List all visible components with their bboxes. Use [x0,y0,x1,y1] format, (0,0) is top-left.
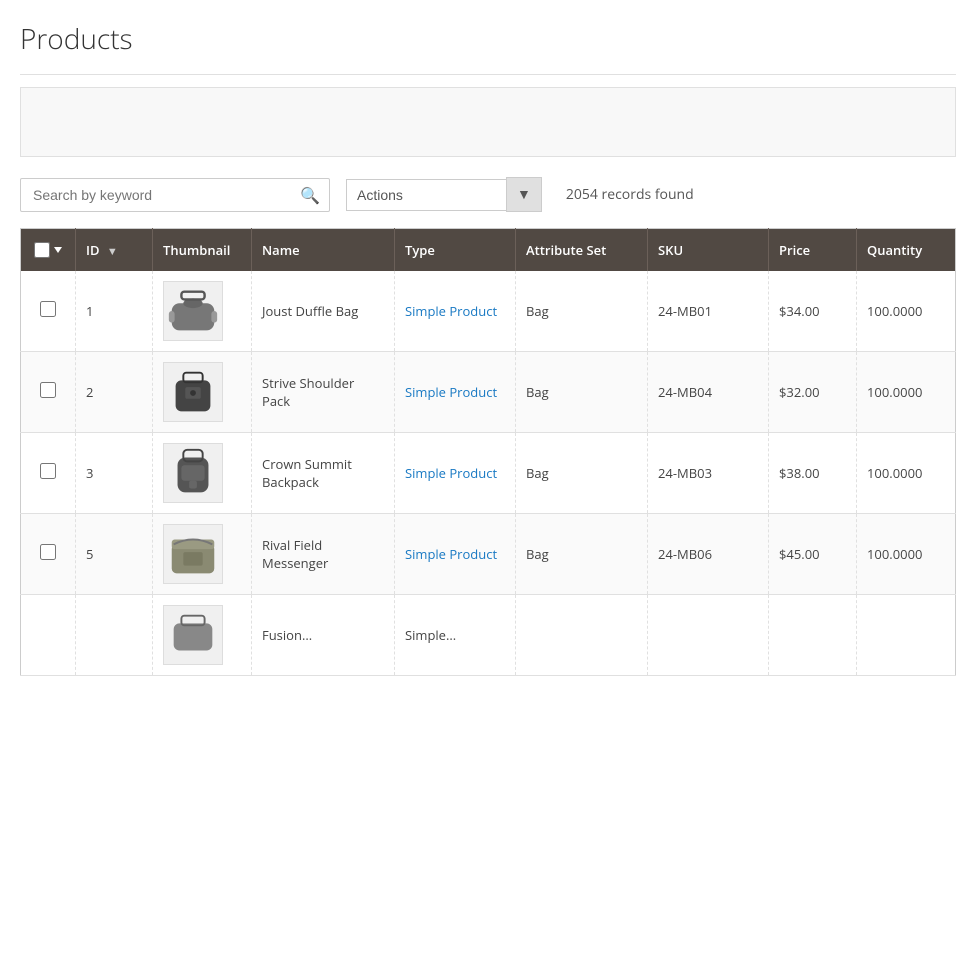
row-sku: 24-MB06 [648,514,769,595]
table-row: 1 Joust Duffle Bag Simple Product Bag24-MB… [21,271,956,352]
id-sort-icon: ▼ [107,244,118,259]
header-checkbox-dropdown[interactable] [54,247,62,253]
row-attribute-set: Bag [516,352,648,433]
th-price[interactable]: Price [769,229,857,272]
row-thumbnail [153,595,252,676]
actions-dropdown-btn[interactable]: ▼ [506,177,542,212]
header-checkbox-wrapper [31,242,65,258]
th-checkbox [21,229,76,272]
row-attribute-set [516,595,648,676]
row-id: 2 [76,352,153,433]
row-price: $34.00 [769,271,857,352]
table-row: 2 Strive Shoulder Pack Simple Product Bag2… [21,352,956,433]
thumbnail-image [163,281,223,341]
row-thumbnail [153,433,252,514]
row-name: Strive Shoulder Pack [252,352,395,433]
thumbnail-image [163,605,223,665]
row-thumbnail [153,271,252,352]
actions-wrapper: Actions ▼ [346,177,542,212]
row-attribute-set: Bag [516,271,648,352]
row-checkbox[interactable] [40,301,56,317]
th-type[interactable]: Type [395,229,516,272]
thumbnail-image [163,443,223,503]
actions-select[interactable]: Actions [346,179,506,211]
row-quantity: 100.0000 [857,514,956,595]
product-thumbnail [164,363,222,421]
filter-bar [20,87,956,157]
page-wrapper: Products 🔍 Actions ▼ 2054 records found [0,0,976,954]
actions-dropdown-arrow: ▼ [517,185,531,204]
row-name: Fusion... [252,595,395,676]
th-quantity[interactable]: Quantity [857,229,956,272]
type-link[interactable]: Simple Product [405,383,497,401]
row-quantity [857,595,956,676]
row-name: Joust Duffle Bag [252,271,395,352]
thumbnail-image [163,362,223,422]
products-table: ID ▼ Thumbnail Name Type Attribute Set S… [20,228,956,676]
row-type: Simple Product [395,352,516,433]
table-row: 3 Crown Summit Backpack Simple Product Bag… [21,433,956,514]
row-sku [648,595,769,676]
th-name[interactable]: Name [252,229,395,272]
row-id: 3 [76,433,153,514]
row-attribute-set: Bag [516,514,648,595]
table-body: 1 Joust Duffle BagSimple ProductBag24-MB… [21,271,956,676]
row-type: Simple Product [395,271,516,352]
row-price: $38.00 [769,433,857,514]
table-row: Fusion...Simple... [21,595,956,676]
row-checkbox-cell [21,433,76,514]
row-name: Crown Summit Backpack [252,433,395,514]
row-quantity: 100.0000 [857,433,956,514]
row-type: Simple Product [395,433,516,514]
row-thumbnail [153,514,252,595]
row-thumbnail [153,352,252,433]
row-sku: 24-MB04 [648,352,769,433]
row-id: 1 [76,271,153,352]
page-title: Products [20,20,956,58]
row-id [76,595,153,676]
row-sku: 24-MB01 [648,271,769,352]
row-sku: 24-MB03 [648,433,769,514]
type-link[interactable]: Simple Product [405,302,497,320]
row-price: $45.00 [769,514,857,595]
toolbar: 🔍 Actions ▼ 2054 records found [20,173,956,212]
title-divider [20,74,956,75]
th-id[interactable]: ID ▼ [76,229,153,272]
row-quantity: 100.0000 [857,352,956,433]
row-name: Rival Field Messenger [252,514,395,595]
product-thumbnail [164,606,222,664]
row-checkbox-cell [21,595,76,676]
table-row: 5 Rival Field Messenger Simple Product Bag… [21,514,956,595]
records-count: 2054 records found [566,185,694,204]
row-checkbox[interactable] [40,382,56,398]
row-type: Simple Product [395,514,516,595]
type-link[interactable]: Simple Product [405,464,497,482]
row-price: $32.00 [769,352,857,433]
search-wrapper: 🔍 [20,178,330,212]
table-header-row: ID ▼ Thumbnail Name Type Attribute Set S… [21,229,956,272]
row-type: Simple... [395,595,516,676]
th-attribute-set[interactable]: Attribute Set [516,229,648,272]
search-input[interactable] [20,178,330,212]
row-id: 5 [76,514,153,595]
product-thumbnail [164,525,222,583]
th-sku[interactable]: SKU [648,229,769,272]
row-checkbox-cell [21,352,76,433]
select-all-checkbox[interactable] [34,242,50,258]
row-quantity: 100.0000 [857,271,956,352]
row-checkbox-cell [21,514,76,595]
thumbnail-image [163,524,223,584]
product-thumbnail [164,282,222,340]
th-thumbnail: Thumbnail [153,229,252,272]
row-price [769,595,857,676]
row-checkbox-cell [21,271,76,352]
row-attribute-set: Bag [516,433,648,514]
search-icon[interactable]: 🔍 [300,184,320,206]
row-checkbox[interactable] [40,463,56,479]
product-thumbnail [164,444,222,502]
type-link[interactable]: Simple Product [405,545,497,563]
row-checkbox[interactable] [40,544,56,560]
